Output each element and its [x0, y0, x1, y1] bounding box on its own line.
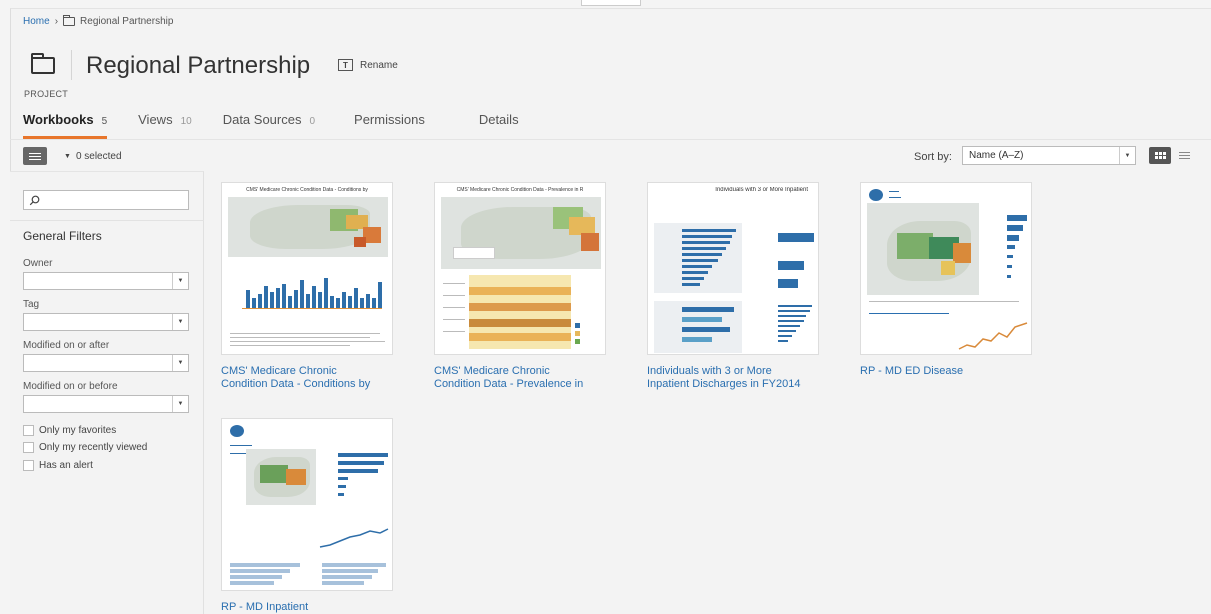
breadcrumb-separator: ›: [54, 16, 59, 27]
selection-dropdown[interactable]: ▼ 0 selected: [64, 151, 122, 162]
divider: [10, 139, 1211, 140]
workbook-title-line: Condition Data - Conditions by: [221, 378, 371, 390]
workbook-title-line: CMS' Medicare Chronic: [221, 365, 337, 377]
workbook-title-link[interactable]: RP - MD ED Disease: [860, 365, 963, 378]
page-title: Regional Partnership: [86, 52, 311, 79]
recently-viewed-checkbox[interactable]: Only my recently viewed: [23, 442, 147, 453]
tab-label: Data Sources: [222, 112, 302, 127]
favorites-checkbox[interactable]: Only my favorites: [23, 425, 116, 436]
checkbox-label: Only my recently viewed: [39, 442, 148, 453]
search-input[interactable]: [23, 190, 189, 210]
owner-filter-select[interactable]: ▼: [23, 272, 189, 290]
workbook-title-link[interactable]: CMS' Medicare Chronic Condition Data - C…: [221, 365, 370, 391]
trend-line-icon: [319, 528, 389, 548]
tab-label: Details: [478, 112, 519, 127]
chevron-down-icon: ▼: [64, 153, 71, 160]
chevron-down-icon: ▼: [1119, 147, 1135, 164]
sort-select[interactable]: Name (A–Z) ▼: [962, 146, 1136, 165]
rename-label: Rename: [360, 59, 398, 71]
chevron-down-icon: ▼: [172, 314, 188, 330]
tab-label: Permissions: [354, 112, 425, 127]
workbook-title-line: Inpatient Discharges in FY2014: [647, 378, 801, 390]
workbook-thumbnail[interactable]: [221, 418, 393, 591]
project-type-label: PROJECT: [24, 89, 69, 99]
checkbox[interactable]: [23, 425, 34, 436]
thumbnail-heading: CMS' Medicare Chronic Condition Data - C…: [246, 187, 368, 193]
workbook-title-line: RP - MD ED Disease: [860, 365, 964, 377]
modified-after-label: Modified on or after: [23, 340, 110, 351]
sort-label: Sort by:: [914, 151, 952, 163]
workbook-title-line: Individuals with 3 or More: [647, 365, 772, 377]
tab-workbooks[interactable]: Workbooks 5: [23, 112, 108, 139]
collapse-tab[interactable]: [581, 0, 641, 6]
selected-count: 0 selected: [75, 151, 122, 162]
workbook-title-link[interactable]: CMS' Medicare Chronic Condition Data - P…: [434, 365, 583, 391]
divider: [71, 50, 72, 80]
modified-before-select[interactable]: ▼: [23, 395, 189, 413]
tab-count: 5: [101, 116, 108, 127]
search-icon: [29, 195, 40, 205]
rename-icon: T: [338, 59, 353, 71]
workbook-thumbnail[interactable]: [860, 182, 1032, 355]
workbook-title-link[interactable]: RP - MD Inpatient: [221, 601, 308, 614]
thumbnail-heading: Individuals with 3 or More Inpatient: [715, 187, 808, 193]
folder-icon: [63, 15, 76, 26]
tag-filter-select[interactable]: ▼: [23, 313, 189, 331]
has-alert-checkbox[interactable]: Has an alert: [23, 460, 93, 471]
workbook-thumbnail[interactable]: CMS' Medicare Chronic Condition Data - C…: [221, 182, 393, 355]
modified-before-label: Modified on or before: [23, 381, 118, 392]
divider: [10, 220, 204, 221]
checkbox[interactable]: [23, 442, 34, 453]
map-image: [441, 197, 601, 269]
tab-data-sources[interactable]: Data Sources 0: [223, 112, 315, 138]
map-image: [867, 203, 979, 295]
tag-filter-label: Tag: [23, 299, 40, 310]
general-filters-heading: General Filters: [23, 229, 102, 243]
workbook-thumbnail[interactable]: CMS' Medicare Chronic Condition Data - P…: [434, 182, 606, 355]
thumbnail-heading: CMS' Medicare Chronic Condition Data - P…: [456, 187, 584, 193]
workbook-title-link[interactable]: Individuals with 3 or More Inpatient Dis…: [647, 365, 800, 391]
tab-views[interactable]: Views 10: [138, 112, 192, 138]
map-image: [228, 197, 388, 257]
modified-after-select[interactable]: ▼: [23, 354, 189, 372]
chevron-down-icon: ▼: [172, 355, 188, 371]
checkbox[interactable]: [23, 460, 34, 471]
workbook-title-line: Condition Data - Prevalence in: [434, 378, 584, 390]
filter-toggle-button[interactable]: [23, 147, 47, 165]
workbook-title-line: RP - MD Inpatient: [221, 601, 309, 613]
tab-details[interactable]: Details: [479, 112, 519, 138]
tab-count: 10: [180, 116, 192, 127]
chevron-down-icon: ▼: [172, 273, 188, 289]
workbook-title-line: CMS' Medicare Chronic: [434, 365, 550, 377]
chevron-down-icon: ▼: [172, 396, 188, 412]
folder-icon: [31, 53, 55, 74]
owner-filter-label: Owner: [23, 258, 53, 269]
workbook-thumbnail[interactable]: Individuals with 3 or More Inpatient: [647, 182, 819, 355]
content-tabs: Workbooks 5 Views 10 Data Sources 0 Perm…: [23, 112, 550, 139]
map-image: [246, 449, 316, 505]
sort-value: Name (A–Z): [969, 150, 1024, 161]
checkbox-label: Only my favorites: [39, 425, 117, 436]
rename-button[interactable]: T Rename: [338, 59, 398, 71]
checkbox-label: Has an alert: [39, 460, 93, 471]
trend-line-icon: [958, 322, 1028, 350]
list-view-icon[interactable]: [1173, 147, 1195, 164]
breadcrumb-project: Regional Partnership: [80, 16, 174, 27]
breadcrumb: Home › Regional Partnership: [23, 15, 174, 27]
tab-label: Workbooks: [23, 112, 94, 127]
tab-label: Views: [138, 112, 173, 127]
tab-permissions[interactable]: Permissions: [354, 112, 425, 138]
grid-view-icon[interactable]: [1149, 147, 1171, 164]
tab-count: 0: [309, 116, 316, 127]
breadcrumb-home-link[interactable]: Home: [23, 16, 50, 27]
